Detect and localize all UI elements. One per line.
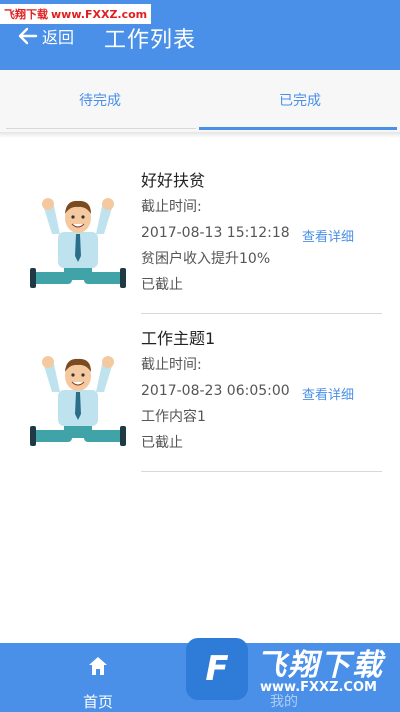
deadline-label: 截止时间: <box>141 199 202 215</box>
app-header: 飞翔下载 www.FXXZ.com 返回 工作列表 <box>0 0 400 70</box>
watermark-logo-icon: F <box>186 638 248 700</box>
list-item[interactable]: 工作主题1 截止时间: 2017-08-23 06:05:00 工作内容1 已截… <box>0 318 400 476</box>
view-detail-button[interactable]: 查看详细 <box>302 384 354 403</box>
divider <box>141 471 382 472</box>
watermark-top: 飞翔下载 www.FXXZ.com <box>0 4 152 24</box>
page-title: 工作列表 <box>104 28 197 53</box>
tab-completed[interactable]: 已完成 <box>200 70 400 130</box>
watermark-bottom-cn: 飞翔下载 <box>256 648 384 683</box>
item-content: 贫困户收入提升10% <box>141 251 271 267</box>
watermark-bottom-en: www.FXXZ.COM <box>260 680 377 695</box>
item-title: 工作主题1 <box>141 329 216 348</box>
watermark-top-url: www.FXXZ.com <box>51 7 148 21</box>
arrow-left-icon <box>18 27 38 45</box>
back-label: 返回 <box>42 28 75 47</box>
back-button[interactable]: 返回 <box>18 24 74 48</box>
status-badge: 已截止 <box>141 435 183 451</box>
status-badge: 已截止 <box>141 277 183 293</box>
home-icon <box>89 657 107 675</box>
tab-pending[interactable]: 待完成 <box>0 70 200 130</box>
view-detail-button[interactable]: 查看详细 <box>302 226 354 245</box>
nav-label-home: 首页 <box>82 693 113 711</box>
list-item[interactable]: 好好扶贫 截止时间: 2017-08-13 15:12:18 贫困户收入提升10… <box>0 160 400 318</box>
divider <box>141 313 382 314</box>
watermark-bottom: F 飞翔下载 www.FXXZ.COM <box>186 638 400 704</box>
deadline-label: 截止时间: <box>141 357 202 373</box>
cheering-man-avatar-icon <box>30 356 126 446</box>
tab-active-indicator <box>199 127 397 130</box>
tab-bar-shadow <box>0 132 400 138</box>
tab-bar: 待完成 已完成 <box>0 70 400 132</box>
tab-divider <box>6 128 196 129</box>
item-content: 工作内容1 <box>141 409 206 425</box>
item-title: 好好扶贫 <box>141 171 206 190</box>
nav-item-home[interactable]: 首页 <box>58 649 138 711</box>
cheering-man-avatar-icon <box>30 198 126 288</box>
watermark-top-brand: 飞翔下载 <box>4 8 48 21</box>
